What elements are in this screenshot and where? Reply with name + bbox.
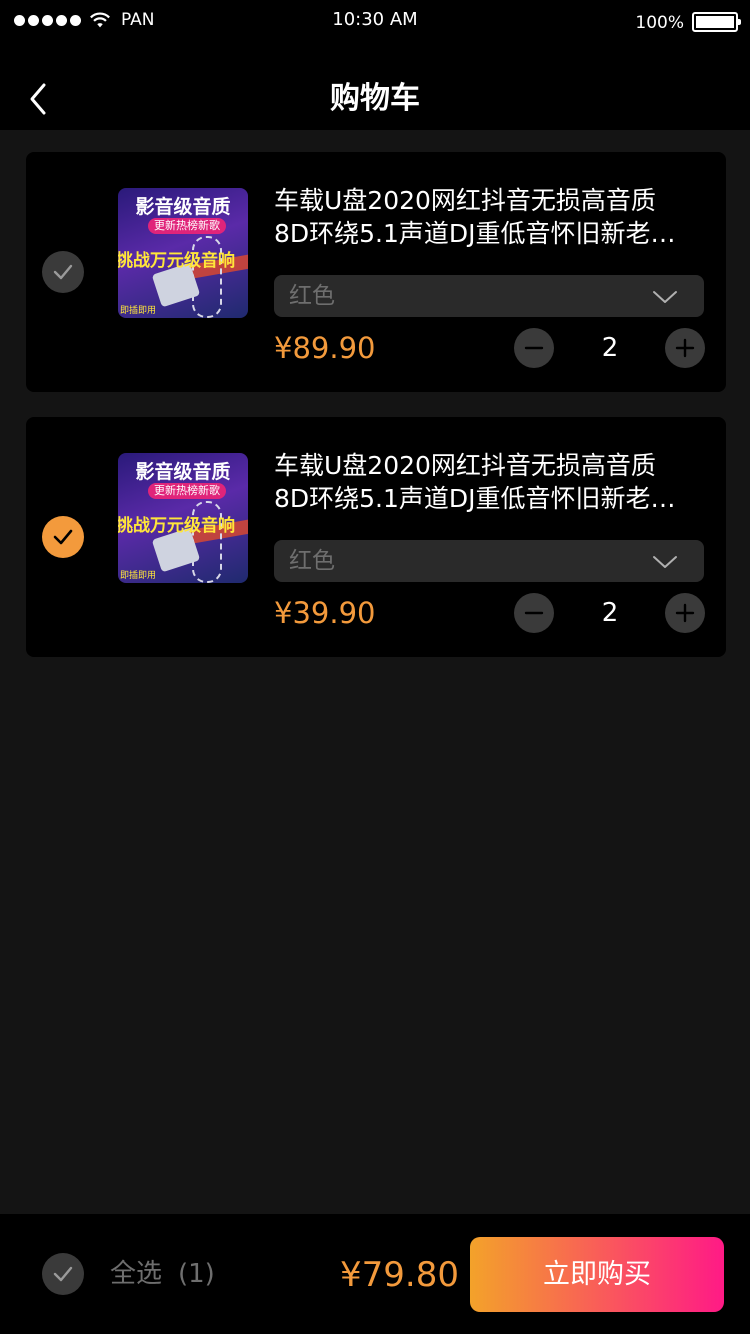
- image-text-quality: 影音级音质: [135, 461, 231, 483]
- spec-value: 红色: [289, 548, 335, 574]
- cart-item: 影音级音质 更新热榜新歌 挑战万元级音响 即插即用 车载U盘2020网红抖音无损…: [26, 417, 726, 657]
- plus-icon: [675, 338, 695, 358]
- selected-count: (1): [178, 1259, 215, 1289]
- item-checkbox[interactable]: [42, 516, 84, 558]
- product-name[interactable]: 车载U盘2020网红抖音无损高音质 8D环绕5.1声道DJ重低音怀旧新老…: [274, 184, 706, 250]
- minus-icon: [524, 611, 544, 615]
- checkmark-icon: [53, 264, 73, 280]
- spec-value: 红色: [289, 283, 335, 309]
- chevron-down-icon: [653, 291, 677, 303]
- product-name-line2: 8D环绕5.1声道DJ重低音怀旧新老…: [274, 219, 676, 248]
- product-image[interactable]: 影音级音质 更新热榜新歌 挑战万元级音响 即插即用: [118, 188, 248, 318]
- image-badge: 更新热榜新歌: [148, 483, 226, 499]
- spec-selector[interactable]: 红色: [274, 275, 704, 317]
- product-name[interactable]: 车载U盘2020网红抖音无损高音质 8D环绕5.1声道DJ重低音怀旧新老…: [274, 449, 706, 515]
- image-footnote: 即插即用: [120, 571, 157, 581]
- product-price: ¥89.90: [274, 331, 376, 365]
- product-image[interactable]: 影音级音质 更新热榜新歌 挑战万元级音响 即插即用: [118, 453, 248, 583]
- checkmark-icon: [53, 1266, 73, 1282]
- product-price: ¥39.90: [274, 596, 376, 630]
- nav-bar: 购物车: [0, 40, 750, 130]
- product-name-line1: 车载U盘2020网红抖音无损高音质: [274, 186, 656, 215]
- battery-percentage: 100%: [635, 13, 684, 33]
- decrease-quantity-button[interactable]: [514, 593, 554, 633]
- quantity-value: 2: [601, 598, 619, 628]
- chevron-down-icon: [653, 556, 677, 568]
- plus-icon: [675, 603, 695, 623]
- buy-now-button[interactable]: 立即购买: [470, 1237, 724, 1312]
- image-text-challenge: 挑战万元级音响: [118, 516, 235, 536]
- image-text-challenge: 挑战万元级音响: [118, 251, 235, 271]
- quantity-value: 2: [601, 333, 619, 363]
- checkmark-icon: [53, 529, 73, 545]
- minus-icon: [524, 346, 544, 350]
- total-price: ¥79.80: [340, 1255, 459, 1295]
- spec-selector[interactable]: 红色: [274, 540, 704, 582]
- battery-icon: [692, 11, 741, 32]
- status-bar: PAN 10:30 AM 100%: [0, 0, 750, 40]
- image-text-quality: 影音级音质: [135, 196, 231, 218]
- item-checkbox[interactable]: [42, 251, 84, 293]
- product-name-line2: 8D环绕5.1声道DJ重低音怀旧新老…: [274, 484, 676, 513]
- page-title: 购物车: [330, 81, 420, 116]
- image-footnote: 即插即用: [120, 306, 157, 316]
- product-name-line1: 车载U盘2020网红抖音无损高音质: [274, 451, 656, 480]
- select-all-checkbox[interactable]: [42, 1253, 84, 1295]
- cart-item: 影音级音质 更新热榜新歌 挑战万元级音响 即插即用 车载U盘2020网红抖音无损…: [26, 152, 726, 392]
- decrease-quantity-button[interactable]: [514, 328, 554, 368]
- increase-quantity-button[interactable]: [665, 593, 705, 633]
- checkout-bar: 全选 (1) ¥79.80 立即购买: [0, 1214, 750, 1334]
- image-badge: 更新热榜新歌: [148, 218, 226, 234]
- select-all-label[interactable]: 全选: [110, 1254, 162, 1294]
- increase-quantity-button[interactable]: [665, 328, 705, 368]
